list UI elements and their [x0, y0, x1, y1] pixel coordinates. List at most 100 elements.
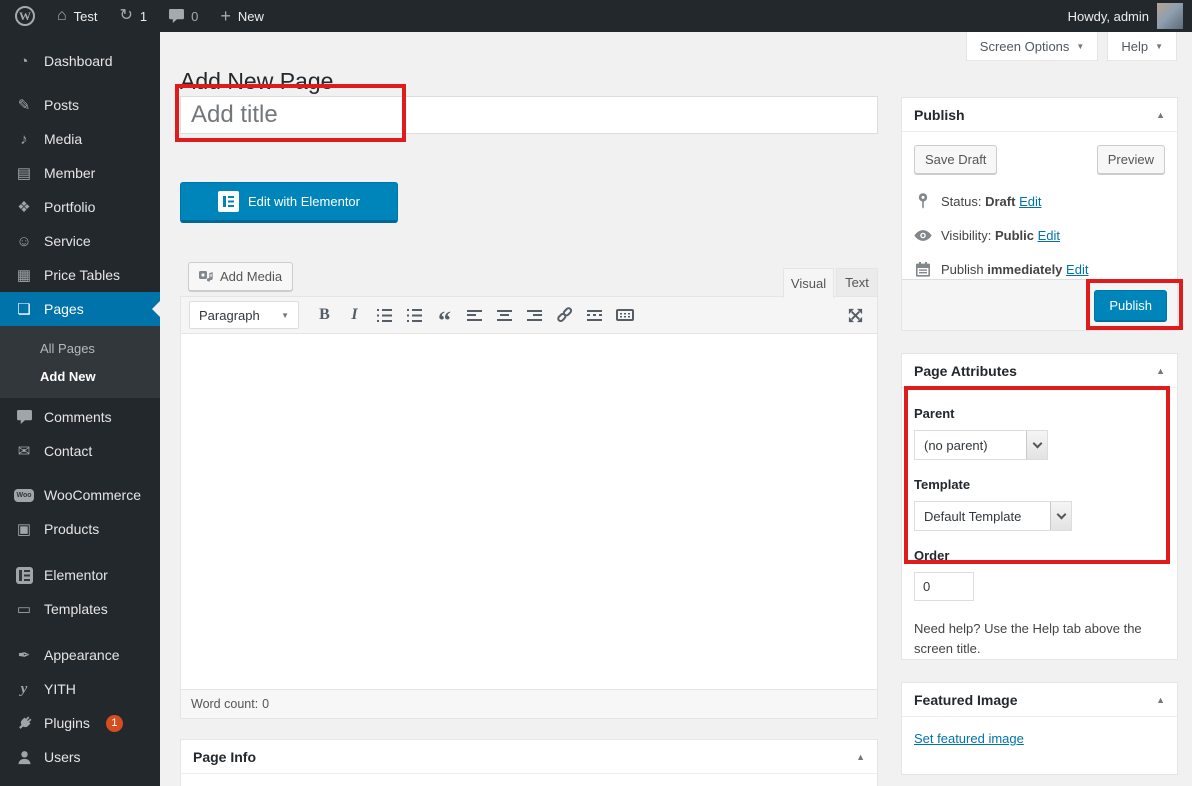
- align-left-button[interactable]: [461, 303, 488, 328]
- distraction-free-button[interactable]: [842, 303, 869, 328]
- bullet-list-button[interactable]: [371, 303, 398, 328]
- sidebar-label: Comments: [44, 409, 112, 425]
- edit-status-link[interactable]: Edit: [1019, 194, 1041, 209]
- sidebar-label: Templates: [44, 601, 108, 617]
- sidebar-item-products[interactable]: ▣ Products: [0, 512, 160, 546]
- paragraph-format-dropdown[interactable]: Paragraph ▼: [189, 301, 299, 329]
- toolbar-toggle-button[interactable]: [611, 303, 638, 328]
- numbered-list-button[interactable]: [401, 303, 428, 328]
- sidebar-item-member[interactable]: ▤ Member: [0, 156, 160, 190]
- title-input[interactable]: [180, 96, 878, 134]
- page-info-title: Page Info: [193, 749, 256, 765]
- sidebar-label: Users: [44, 749, 81, 765]
- sidebar-item-users[interactable]: Users: [0, 740, 160, 774]
- help-tab[interactable]: Help ▼: [1107, 32, 1177, 61]
- chevron-down-icon: [1026, 431, 1047, 459]
- order-input[interactable]: [914, 572, 974, 601]
- word-count-label: Word count:: [191, 697, 258, 711]
- add-media-button[interactable]: Add Media: [188, 262, 293, 291]
- sidebar-item-plugins[interactable]: Plugins 1: [0, 706, 160, 740]
- insert-link-button[interactable]: [551, 303, 578, 328]
- page-attributes-header[interactable]: Page Attributes ▲: [902, 354, 1177, 388]
- sidebar-item-partial[interactable]: [0, 778, 160, 786]
- page-attributes-panel: Page Attributes ▲ Parent (no parent) Tem…: [901, 353, 1178, 660]
- wordpress-logo-menu[interactable]: W: [4, 0, 46, 32]
- sidebar-item-contact[interactable]: ✉ Contact: [0, 434, 160, 468]
- home-icon: ⌂: [57, 8, 67, 24]
- page-title: Add New Page: [180, 67, 333, 96]
- user-avatar[interactable]: [1157, 3, 1183, 29]
- editor-tab-visual[interactable]: Visual: [783, 268, 834, 298]
- sidebar-item-comments[interactable]: Comments: [0, 400, 160, 434]
- page-attributes-title: Page Attributes: [914, 363, 1017, 379]
- sidebar-item-elementor[interactable]: Elementor: [0, 558, 160, 592]
- edit-schedule-link[interactable]: Edit: [1066, 262, 1088, 277]
- status-text: Status: Draft Edit: [941, 194, 1041, 209]
- italic-button[interactable]: I: [341, 303, 368, 328]
- submenu-item-add-new[interactable]: Add New: [0, 362, 160, 390]
- visibility-eye-icon: [914, 230, 932, 241]
- comments-menu[interactable]: 0: [158, 0, 209, 32]
- service-smiley-icon: ☺: [14, 234, 34, 249]
- align-right-button[interactable]: [521, 303, 548, 328]
- collapse-arrow-icon[interactable]: ▲: [1156, 366, 1165, 376]
- publish-header[interactable]: Publish ▲: [902, 98, 1177, 132]
- read-more-tag-button[interactable]: [581, 303, 608, 328]
- save-draft-button[interactable]: Save Draft: [914, 145, 997, 174]
- new-content-menu[interactable]: + New: [209, 0, 275, 32]
- howdy-account-menu[interactable]: Howdy, admin: [1068, 9, 1149, 24]
- edit-visibility-link[interactable]: Edit: [1038, 228, 1060, 243]
- wordpress-admin-add-new-page: W ⌂ Test ↻ 1 0 + New Howdy, admin: [0, 0, 1192, 786]
- featured-image-panel: Featured Image ▲ Set featured image: [901, 682, 1178, 775]
- sidebar-item-posts[interactable]: ✎ Posts: [0, 88, 160, 122]
- bold-button[interactable]: B: [311, 303, 338, 328]
- elementor-icon: [218, 191, 239, 212]
- collapse-arrow-icon[interactable]: ▲: [1156, 695, 1165, 705]
- set-featured-image-link[interactable]: Set featured image: [914, 731, 1024, 746]
- elementor-button-label: Edit with Elementor: [248, 194, 360, 209]
- content-editor: Paragraph ▼ B I “ Word count: 0: [180, 296, 878, 719]
- portfolio-award-icon: ❖: [14, 200, 34, 215]
- submenu-item-all-pages[interactable]: All Pages: [0, 334, 160, 362]
- align-center-button[interactable]: [491, 303, 518, 328]
- sidebar-item-appearance[interactable]: ✒ Appearance: [0, 638, 160, 672]
- editor-tab-text[interactable]: Text: [836, 268, 878, 296]
- calendar-icon: [914, 262, 932, 277]
- preview-button[interactable]: Preview: [1097, 145, 1165, 174]
- admin-sidebar-menu: ◔ Dashboard ✎ Posts ♪ Media ▤ Member ❖ P…: [0, 32, 160, 786]
- sidebar-item-service[interactable]: ☺ Service: [0, 224, 160, 258]
- editor-content-area[interactable]: [181, 334, 877, 689]
- help-label: Help: [1121, 39, 1148, 54]
- blockquote-button[interactable]: “: [431, 303, 458, 328]
- align-left-icon: [467, 310, 482, 321]
- schedule-value: immediately: [987, 262, 1062, 277]
- sidebar-item-portfolio[interactable]: ❖ Portfolio: [0, 190, 160, 224]
- template-select[interactable]: Default Template: [914, 501, 1072, 531]
- collapse-arrow-icon[interactable]: ▲: [856, 752, 865, 762]
- sidebar-item-price-tables[interactable]: ▦ Price Tables: [0, 258, 160, 292]
- sidebar-item-woocommerce[interactable]: Woo WooCommerce: [0, 478, 160, 512]
- publish-button[interactable]: Publish: [1094, 290, 1167, 321]
- site-name-label: Test: [74, 9, 98, 24]
- sidebar-label: Posts: [44, 97, 79, 113]
- sidebar-item-yith[interactable]: y YITH: [0, 672, 160, 706]
- parent-select[interactable]: (no parent): [914, 430, 1048, 460]
- plus-icon: +: [220, 7, 231, 25]
- users-person-icon: [14, 750, 34, 765]
- edit-with-elementor-button[interactable]: Edit with Elementor: [180, 182, 398, 223]
- screen-options-label: Screen Options: [980, 39, 1070, 54]
- wordpress-logo-icon: W: [15, 6, 35, 26]
- featured-image-header[interactable]: Featured Image ▲: [902, 683, 1177, 717]
- screen-options-tab[interactable]: Screen Options ▼: [966, 32, 1099, 61]
- media-icon: ♪: [14, 132, 34, 147]
- sidebar-item-pages[interactable]: ❏ Pages: [0, 292, 160, 326]
- site-name-menu[interactable]: ⌂ Test: [46, 0, 109, 32]
- updates-menu[interactable]: ↻ 1: [109, 0, 159, 32]
- sidebar-item-media[interactable]: ♪ Media: [0, 122, 160, 156]
- page-info-header[interactable]: Page Info ▲: [181, 740, 877, 774]
- sidebar-label: Dashboard: [44, 53, 113, 69]
- sidebar-item-dashboard[interactable]: ◔ Dashboard: [0, 44, 160, 78]
- sidebar-item-templates[interactable]: ▭ Templates: [0, 592, 160, 626]
- collapse-arrow-icon[interactable]: ▲: [1156, 110, 1165, 120]
- bullet-list-icon: [377, 309, 392, 322]
